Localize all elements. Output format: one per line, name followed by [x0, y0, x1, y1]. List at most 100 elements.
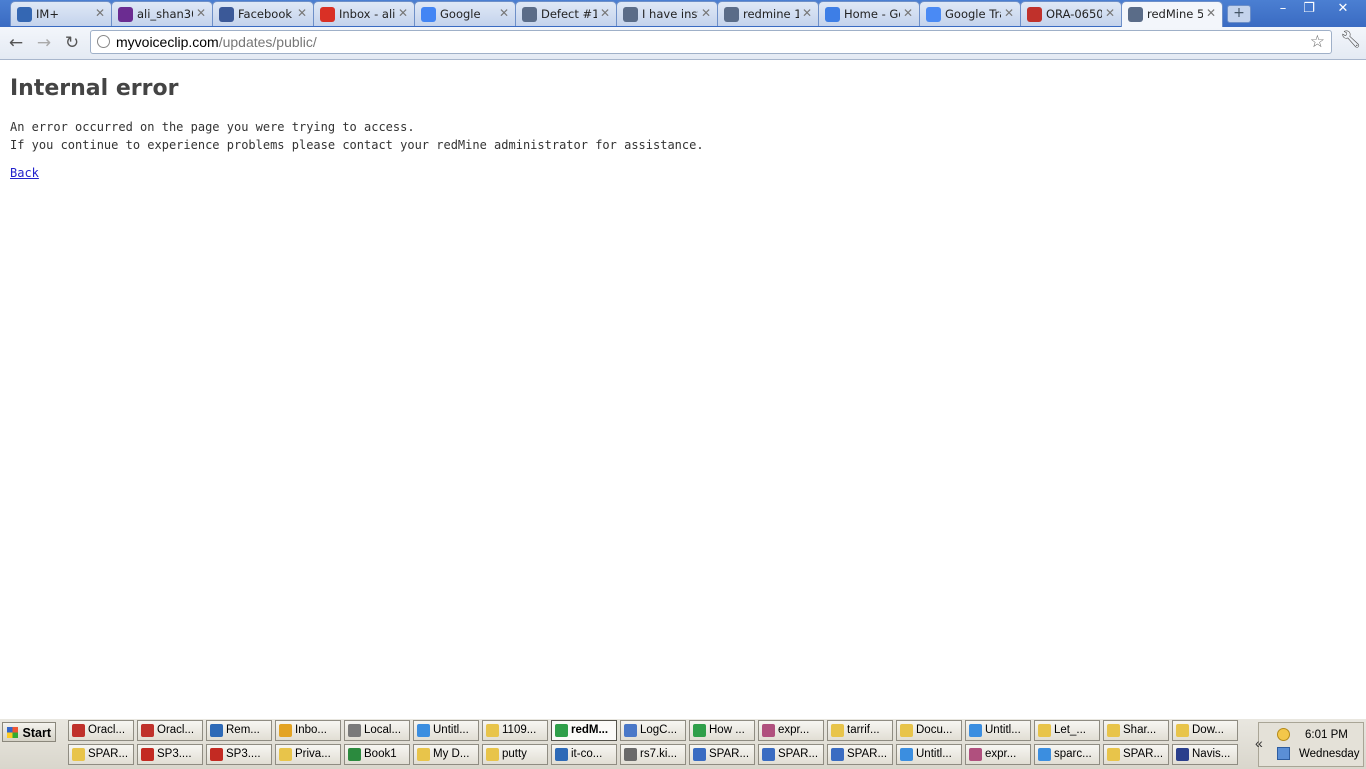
- taskbar-button[interactable]: Priva...: [275, 744, 341, 765]
- taskbar-button[interactable]: SPAR...: [68, 744, 134, 765]
- tray-expand-icon[interactable]: «: [1255, 735, 1263, 751]
- notepad-icon: [900, 748, 913, 761]
- oracle-app-icon: [72, 724, 85, 737]
- taskbar-button-label: Inbo...: [295, 724, 327, 736]
- start-button[interactable]: Start: [2, 722, 56, 742]
- taskbar-button-label: Untitl...: [433, 724, 469, 736]
- taskbar-button-label: LogC...: [640, 724, 678, 736]
- taskbar-button[interactable]: Inbo...: [275, 720, 341, 741]
- close-tab-icon[interactable]: ✕: [95, 6, 105, 20]
- browser-tab[interactable]: Facebook ✕: [212, 1, 314, 26]
- browser-tab[interactable]: Home - Go ✕: [818, 1, 920, 26]
- globe-icon: [1128, 7, 1143, 22]
- url-path: /updates/public/: [218, 34, 317, 50]
- taskbar-button[interactable]: Untitl...: [965, 720, 1031, 741]
- taskbar-button[interactable]: Untitl...: [413, 720, 479, 741]
- close-tab-icon[interactable]: ✕: [701, 6, 711, 20]
- browser-tab[interactable]: redMine 50✕: [1121, 1, 1223, 27]
- close-tab-icon[interactable]: ✕: [1004, 6, 1014, 20]
- browser-tab[interactable]: Inbox - alis✕: [313, 1, 415, 26]
- forward-arrow-icon[interactable]: →: [33, 32, 55, 54]
- minimize-button[interactable]: –: [1270, 0, 1296, 18]
- taskbar-button[interactable]: SPAR...: [689, 744, 755, 765]
- tab-title: ali_shan30: [137, 7, 193, 21]
- google-translate-icon: [926, 7, 941, 22]
- taskbar-button-label: Local...: [364, 724, 402, 736]
- browser-tab[interactable]: ali_shan30 ✕: [111, 1, 213, 26]
- close-tab-icon[interactable]: ✕: [1206, 6, 1216, 20]
- restore-button[interactable]: ❐: [1296, 0, 1322, 18]
- close-window-button[interactable]: ✕: [1330, 0, 1356, 18]
- remote-desktop-icon: [555, 748, 568, 761]
- taskbar-button-label: 1109...: [502, 724, 537, 736]
- taskbar-button[interactable]: SPAR...: [758, 744, 824, 765]
- tab-strip: IM+✕ali_shan30✕Facebook✕Inbox - alis✕Goo…: [0, 0, 1366, 27]
- taskbar-button[interactable]: SPAR...: [827, 744, 893, 765]
- app-icon: [762, 748, 775, 761]
- close-tab-icon[interactable]: ✕: [398, 6, 408, 20]
- putty-icon: [624, 748, 637, 761]
- taskbar-button[interactable]: sparc...: [1034, 744, 1100, 765]
- taskbar-button-label: Priva...: [295, 748, 331, 760]
- network-icon[interactable]: [1277, 747, 1290, 760]
- wrench-menu-icon[interactable]: 🔧︎: [1340, 30, 1362, 50]
- taskbar-button[interactable]: Oracl...: [137, 720, 203, 741]
- taskbar-button[interactable]: SP3....: [206, 744, 272, 765]
- folder-icon: [900, 724, 913, 737]
- browser-tab[interactable]: ORA-0650 ✕: [1020, 1, 1122, 26]
- taskbar-button[interactable]: Docu...: [896, 720, 962, 741]
- folder-icon: [72, 748, 85, 761]
- clock[interactable]: 6:01 PM: [1305, 729, 1348, 741]
- taskbar-button[interactable]: Untitl...: [896, 744, 962, 765]
- close-tab-icon[interactable]: ✕: [196, 6, 206, 20]
- taskbar-button[interactable]: How ...: [689, 720, 755, 741]
- url-text[interactable]: myvoiceclip.com/updates/public/: [116, 34, 317, 50]
- taskbar-button[interactable]: Rem...: [206, 720, 272, 741]
- mail-icon: [279, 724, 292, 737]
- taskbar-button[interactable]: expr...: [965, 744, 1031, 765]
- taskbar-button[interactable]: Oracl...: [68, 720, 134, 741]
- taskbar-button[interactable]: My D...: [413, 744, 479, 765]
- taskbar-button[interactable]: rs7.ki...: [620, 744, 686, 765]
- taskbar-button[interactable]: Book1: [344, 744, 410, 765]
- taskbar-button[interactable]: Let_...: [1034, 720, 1100, 741]
- error-heading: Internal error: [10, 76, 179, 101]
- browser-tab[interactable]: redmine 1.0✕: [717, 1, 819, 26]
- browser-tab[interactable]: IM+ ✕: [10, 1, 112, 26]
- tab-title: Google: [440, 7, 481, 21]
- close-tab-icon[interactable]: ✕: [297, 6, 307, 20]
- reload-icon[interactable]: ↻: [61, 32, 83, 54]
- taskbar-button[interactable]: Local...: [344, 720, 410, 741]
- close-tab-icon[interactable]: ✕: [1105, 6, 1115, 20]
- taskbar-button[interactable]: redM...: [551, 720, 617, 741]
- taskbar-button[interactable]: SPAR...: [1103, 744, 1169, 765]
- taskbar-button[interactable]: Navis...: [1172, 744, 1238, 765]
- taskbar-button[interactable]: it-co...: [551, 744, 617, 765]
- browser-tab[interactable]: I have inst ✕: [616, 1, 718, 26]
- close-tab-icon[interactable]: ✕: [499, 6, 509, 20]
- taskbar-button[interactable]: SP3....: [137, 744, 203, 765]
- taskbar-button-label: Untitl...: [916, 748, 952, 760]
- browser-tab[interactable]: Defect #11✕: [515, 1, 617, 26]
- remote-desktop-icon: [210, 724, 223, 737]
- taskbar-button[interactable]: putty: [482, 744, 548, 765]
- browser-tab[interactable]: Google ✕: [414, 1, 516, 26]
- back-link[interactable]: Back: [10, 166, 39, 180]
- new-tab-button[interactable]: +: [1227, 5, 1251, 23]
- close-tab-icon[interactable]: ✕: [600, 6, 610, 20]
- taskbar-button[interactable]: expr...: [758, 720, 824, 741]
- tab-title: Home - Go: [844, 7, 900, 21]
- close-tab-icon[interactable]: ✕: [802, 6, 812, 20]
- taskbar-button[interactable]: LogC...: [620, 720, 686, 741]
- taskbar-button[interactable]: 1109...: [482, 720, 548, 741]
- taskbar-button[interactable]: Shar...: [1103, 720, 1169, 741]
- bookmark-star-icon[interactable]: ☆: [1310, 32, 1325, 52]
- close-tab-icon[interactable]: ✕: [903, 6, 913, 20]
- back-arrow-icon[interactable]: ←: [5, 32, 27, 54]
- chrome-icon: [693, 724, 706, 737]
- taskbar-button[interactable]: Dow...: [1172, 720, 1238, 741]
- taskbar-button[interactable]: tarrif...: [827, 720, 893, 741]
- tray-app-icon[interactable]: [1277, 728, 1290, 741]
- browser-tab[interactable]: Google Tra ✕: [919, 1, 1021, 26]
- address-bar[interactable]: myvoiceclip.com/updates/public/ ☆: [90, 30, 1332, 54]
